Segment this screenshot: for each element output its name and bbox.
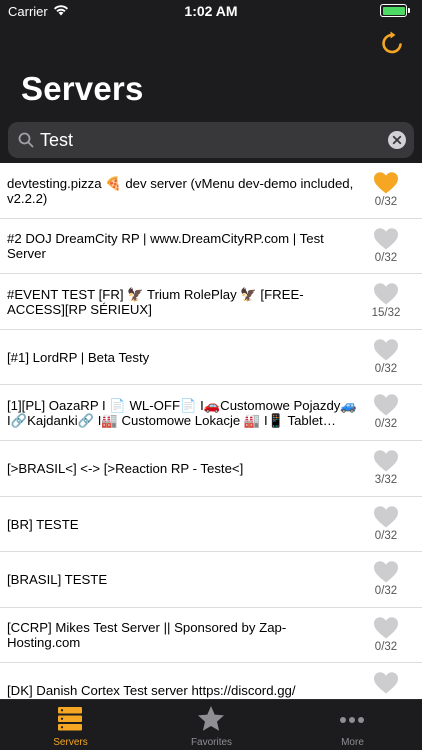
tab-servers[interactable]: Servers: [0, 700, 141, 750]
battery-icon: [380, 4, 410, 17]
server-name: [#1] LordRP | Beta Testy: [7, 349, 150, 365]
server-row[interactable]: [#1] LordRP | Beta Testy 0/32: [0, 330, 422, 386]
server-name: #2 DOJ DreamCity RP | www.DreamCityRP.co…: [7, 231, 324, 262]
tab-bar: Servers Favorites More: [0, 699, 422, 750]
clock: 1:02 AM: [184, 3, 238, 19]
page-title: Servers: [21, 70, 144, 107]
heart-icon[interactable]: [373, 560, 399, 584]
server-name: [BR] TESTE: [7, 516, 79, 532]
server-name: [1][PL] OazaRP I 📄 WL-OFF📄 I🚗Customowe P…: [7, 397, 357, 428]
tab-label: Servers: [53, 737, 88, 748]
heart-icon[interactable]: [373, 393, 399, 417]
server-name: [CCRP] Mikes Test Server || Sponsored by…: [7, 620, 287, 651]
more-dots-icon: [340, 717, 364, 723]
tab-label: Favorites: [190, 737, 233, 748]
server-row[interactable]: #2 DOJ DreamCity RP | www.DreamCityRP.co…: [0, 219, 422, 275]
player-count: 0/32: [374, 640, 398, 653]
player-count: 15/32: [371, 307, 401, 320]
player-count: 0/32: [374, 362, 398, 375]
header: Carrier 1:02 AM Servers: [0, 0, 422, 163]
heart-icon[interactable]: [373, 449, 399, 473]
server-row[interactable]: [1][PL] OazaRP I 📄 WL-OFF📄 I🚗Customowe P…: [0, 385, 422, 441]
server-row[interactable]: [BRASIL] TESTE 0/32: [0, 552, 422, 608]
player-count: 0/32: [374, 196, 398, 208]
server-name: [DK] Danish Cortex Test server https://d…: [7, 683, 296, 699]
player-count: 0/32: [374, 529, 398, 542]
server-row[interactable]: devtesting.pizza 🍕 dev server (vMenu dev…: [0, 163, 422, 219]
server-name: [BRASIL] TESTE: [7, 572, 108, 588]
server-row[interactable]: [>BRASIL<] <-> [>Reaction RP - Teste<] 3…: [0, 441, 422, 497]
server-name: [>BRASIL<] <-> [>Reaction RP - Teste<]: [7, 460, 244, 476]
player-count: 0/32: [374, 251, 398, 264]
heart-icon[interactable]: [373, 338, 399, 362]
server-row[interactable]: [CCRP] Mikes Test Server || Sponsored by…: [0, 608, 422, 664]
heart-icon[interactable]: [373, 171, 399, 195]
heart-icon[interactable]: [373, 505, 399, 529]
heart-icon[interactable]: [373, 282, 399, 306]
server-row[interactable]: [DK] Danish Cortex Test server https://d…: [0, 663, 422, 699]
search-input[interactable]: [40, 127, 370, 153]
heart-icon[interactable]: [373, 671, 399, 695]
player-count: 3/32: [374, 473, 398, 486]
heart-icon[interactable]: [373, 227, 399, 251]
search-icon: [18, 132, 34, 148]
refresh-icon[interactable]: [379, 30, 405, 56]
heart-icon[interactable]: [373, 616, 399, 640]
status-bar: Carrier 1:02 AM: [0, 0, 422, 22]
search-bar[interactable]: [8, 122, 414, 158]
server-name: #EVENT TEST [FR] 🦅 Trium RolePlay 🦅 [FRE…: [7, 286, 304, 317]
server-list: devtesting.pizza 🍕 dev server (vMenu dev…: [0, 163, 422, 699]
server-name: devtesting.pizza 🍕 dev server (vMenu dev…: [7, 175, 354, 206]
tab-more[interactable]: More: [282, 700, 422, 750]
player-count: 0/32: [374, 418, 398, 431]
server-row[interactable]: [BR] TESTE 0/32: [0, 497, 422, 553]
server-row[interactable]: #EVENT TEST [FR] 🦅 Trium RolePlay 🦅 [FRE…: [0, 274, 422, 330]
server-stack-icon: [58, 707, 82, 731]
star-icon: [198, 706, 224, 731]
tab-favorites[interactable]: Favorites: [141, 700, 282, 750]
clear-search-icon[interactable]: [388, 131, 406, 149]
player-count: 0/32: [374, 585, 398, 598]
tab-label: More: [341, 737, 364, 748]
